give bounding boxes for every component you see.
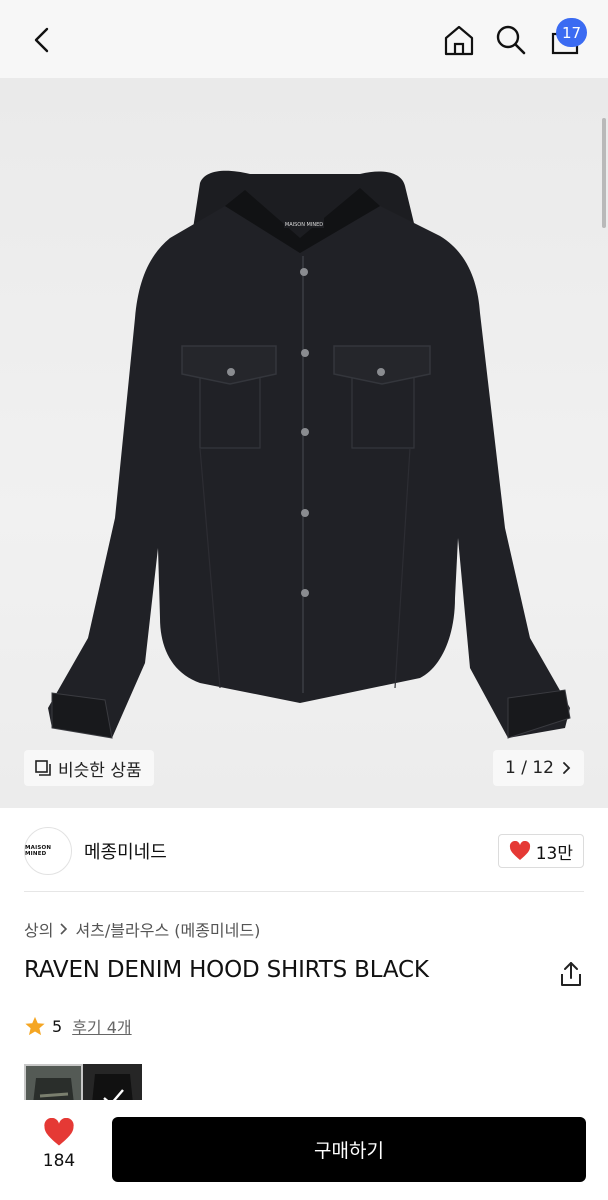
chevron-right-icon	[563, 762, 571, 774]
hood-shirt-image: MAISON MINED	[48, 170, 571, 739]
heart-icon	[44, 1118, 74, 1146]
buy-button[interactable]: 구매하기	[112, 1117, 586, 1182]
breadcrumb-category[interactable]: 상의	[24, 917, 53, 941]
divider	[24, 891, 584, 892]
breadcrumb-subcategory[interactable]: 셔츠/블라우스 (메종미네드)	[75, 917, 260, 941]
chevron-right-icon	[60, 923, 68, 935]
brand-like-button[interactable]: 13만	[497, 834, 584, 868]
similar-products-button[interactable]: 비슷한 상품	[24, 750, 154, 786]
home-button[interactable]	[437, 18, 481, 62]
brand-logo-text: MAISON MINED	[25, 845, 52, 857]
product-image[interactable]: MAISON MINED 비슷한 상품 1 / 12	[0, 78, 608, 808]
similar-items-icon	[35, 760, 51, 776]
scrollbar[interactable]	[602, 118, 606, 228]
brand-name[interactable]: 메종미네드	[84, 838, 167, 864]
breadcrumb: 상의 셔츠/블라우스 (메종미네드)	[24, 917, 260, 941]
home-icon	[444, 25, 474, 56]
wishlist-button[interactable]: 184	[22, 1118, 96, 1180]
bottom-action-bar: 184 구매하기	[0, 1100, 608, 1200]
share-icon[interactable]	[558, 960, 584, 988]
review-link[interactable]: 후기 4개	[72, 1014, 131, 1038]
star-icon	[25, 1016, 45, 1036]
similar-products-label: 비슷한 상품	[58, 760, 142, 781]
search-button[interactable]	[489, 18, 533, 62]
back-button[interactable]	[20, 18, 64, 62]
jacket-label: MAISON MINED	[285, 222, 323, 228]
wishlist-count: 184	[42, 1151, 76, 1171]
brand-row[interactable]: MAISON MINED 메종미네드 13만	[24, 826, 584, 876]
chevron-left-icon	[34, 27, 49, 53]
top-navigation-bar: 17	[0, 0, 608, 78]
brand-like-count: 13만	[535, 843, 573, 864]
cart-count-badge: 17	[556, 18, 588, 47]
image-page-counter[interactable]: 1 / 12	[493, 750, 584, 786]
brand-logo[interactable]: MAISON MINED	[24, 827, 72, 875]
page-counter-text: 1 / 12	[505, 758, 554, 778]
product-title: RAVEN DENIM HOOD SHIRTS BLACK	[24, 957, 429, 983]
heart-icon	[509, 841, 530, 860]
search-icon	[496, 25, 526, 55]
rating-value: 5	[52, 1016, 63, 1036]
rating-row: 5 후기 4개	[24, 1014, 132, 1038]
